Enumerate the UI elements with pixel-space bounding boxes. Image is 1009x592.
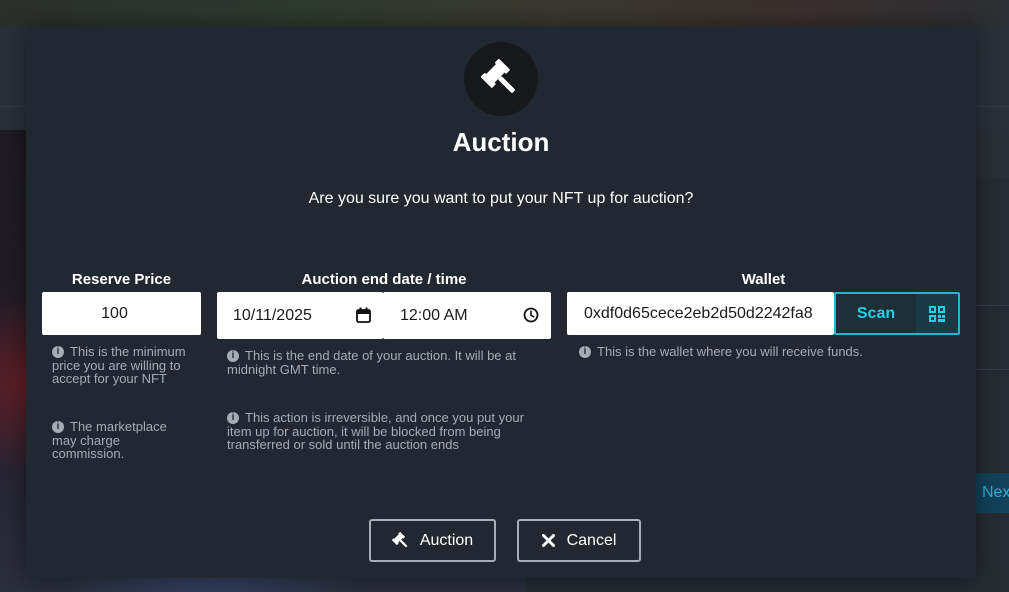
auction-button[interactable]: Auction — [369, 519, 496, 562]
background-top-banner — [0, 0, 1009, 26]
calendar-icon[interactable] — [356, 307, 371, 328]
cancel-button-label: Cancel — [566, 531, 617, 549]
info-icon: i — [579, 345, 591, 358]
irreversible-warning-hint: i This action is irreversible, and once y… — [227, 410, 524, 452]
wallet-address-value: 0xdf0d65cece2eb2d50d2242fa8 — [584, 304, 813, 322]
auction-button-label: Auction — [419, 531, 474, 549]
end-time-value: 12:00 AM — [400, 306, 468, 324]
auction-modal: Auction Are you sure you want to put you… — [26, 26, 976, 578]
clock-icon[interactable] — [523, 307, 539, 328]
info-icon: i — [52, 420, 64, 433]
background-divider — [976, 305, 1009, 306]
commission-hint: i The marketplace may charge commission. — [52, 419, 167, 461]
wallet-label: Wallet — [741, 271, 786, 288]
end-date-hint: i This is the end date of your auction. I… — [227, 348, 516, 377]
gavel-icon — [391, 531, 410, 550]
background-divider — [976, 369, 1009, 370]
reserve-price-label: Reserve Price — [71, 271, 172, 288]
modal-subtitle: Are you sure you want to put your NFT up… — [308, 190, 694, 207]
reserve-price-hint: i This is the minimum price you are willi… — [52, 344, 186, 386]
qr-code-icon — [916, 294, 958, 333]
end-date-value: 10/11/2025 — [233, 306, 312, 324]
cancel-button[interactable]: Cancel — [517, 519, 641, 562]
wallet-hint: i This is the wallet where you will recei… — [579, 345, 959, 359]
reserve-price-input[interactable]: 100 — [42, 292, 201, 335]
info-icon: i — [227, 411, 239, 424]
info-icon: i — [52, 345, 64, 358]
end-date-input[interactable]: 10/11/2025 — [217, 292, 383, 339]
scan-button-label: Scan — [856, 305, 896, 322]
reserve-price-value: 100 — [101, 304, 128, 322]
wallet-input[interactable]: 0xdf0d65cece2eb2d50d2242fa8 — [567, 292, 834, 335]
info-icon: i — [227, 349, 239, 362]
background-next-button: Next — [976, 473, 1009, 513]
end-date-label: Auction end date / time — [301, 271, 467, 288]
gavel-icon — [464, 42, 538, 116]
modal-title: Auction — [452, 127, 550, 157]
end-time-input[interactable]: 12:00 AM — [383, 292, 551, 339]
close-icon — [541, 534, 555, 547]
scan-button[interactable]: Scan — [834, 292, 960, 335]
